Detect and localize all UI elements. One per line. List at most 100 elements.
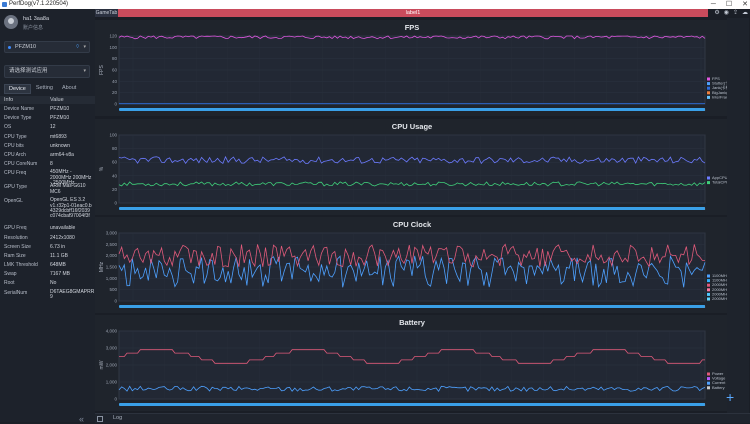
chevron-down-icon: ▾ [83, 44, 86, 50]
time-range-slider[interactable] [119, 207, 705, 210]
y-tick-label: 40 [112, 173, 118, 178]
title-bar: PerfDog(v7.1.220504) ─ ☐ ✕ [0, 0, 750, 9]
info-row: CPU Arch arm64-v8a [0, 151, 95, 160]
info-row: Root No [0, 279, 95, 288]
chevron-down-icon: ▾ [83, 68, 86, 74]
device-name: PFZM10 [15, 44, 37, 50]
legend-swatch [707, 279, 710, 283]
info-row: GPU Type ARM Mali-G610 MC6 [0, 183, 95, 197]
info-value: No [50, 280, 57, 287]
minimize-icon[interactable]: ─ [711, 0, 716, 9]
cloud-icon[interactable]: ☁ [742, 9, 748, 17]
account-info-link[interactable]: 账户信息 [23, 24, 43, 31]
y-tick-label: 80 [112, 146, 118, 151]
tab-gametab[interactable]: GameTab [95, 9, 118, 17]
chart-title: FPS [405, 23, 420, 32]
info-key: CPU Type [4, 133, 27, 140]
info-row: GPU Freq unavailable [0, 224, 95, 233]
info-value: 11.1 GB [50, 252, 68, 259]
time-range-slider[interactable] [119, 305, 705, 308]
legend-label: InterFrame [712, 94, 727, 99]
info-value: unknown [50, 142, 71, 149]
time-range-slider[interactable] [119, 403, 705, 406]
y-tick-label: 500 [109, 287, 117, 292]
info-row: SerialNum D6TAEG8GMAPRR 9 [0, 289, 95, 303]
info-key: LMK Threshold [4, 262, 38, 269]
device-status-icon [8, 46, 11, 49]
avatar[interactable] [4, 15, 18, 29]
y-tick-label: 100 [109, 133, 117, 138]
info-row: CPU CoreNum 8 [0, 160, 95, 169]
info-value: D6TAEG8GMAPRR 9 [50, 288, 95, 300]
y-tick-label: 1,000 [106, 276, 118, 281]
app-selector[interactable]: 请选择测试应用 ▾ [4, 65, 90, 78]
legend-label: 2000MHz [712, 296, 727, 301]
legend-swatch [707, 292, 710, 296]
chart-title: Battery [399, 318, 426, 327]
add-chart-icon[interactable]: + [726, 389, 734, 405]
time-range-slider[interactable] [119, 108, 705, 111]
legend-swatch [707, 86, 710, 90]
user-panel: ha1 3aa8a 账户信息 [4, 14, 92, 36]
info-key: Root [4, 280, 15, 287]
info-value: PFZM10 [50, 115, 70, 122]
info-row: Swap 7167 MB [0, 270, 95, 279]
sidebar-tabs: Device Setting About [4, 84, 80, 94]
info-value: unavailable [50, 225, 76, 232]
y-tick-label: 100 [109, 45, 117, 50]
info-row: CPU Type mt6893 [0, 133, 95, 142]
info-row: OpenGL OpenGL ES 3.2 v1.r32p1-01eac0.b 43… [0, 197, 95, 224]
tab-setting[interactable]: Setting [32, 84, 57, 94]
y-tick-label: 1,500 [106, 265, 118, 270]
info-key: CPU bits [4, 142, 24, 149]
chart-battery: BatterymW01,0002,0003,0004,0000:160:360:… [95, 315, 727, 411]
info-row: Device Type PFZM10 [0, 114, 95, 123]
info-row: Resolution 2412x1080 [0, 234, 95, 243]
chart-title: CPU Clock [393, 220, 432, 229]
legend-swatch [707, 372, 710, 376]
log-checkbox[interactable] [97, 416, 103, 422]
info-value: 7167 MB [50, 271, 71, 278]
y-tick-label: 1,000 [106, 380, 118, 385]
y-tick-label: 3,000 [106, 231, 118, 236]
y-tick-label: 2,000 [106, 253, 118, 258]
info-key: OpenGL [4, 198, 23, 205]
app-selector-placeholder: 请选择测试应用 [9, 68, 48, 74]
y-tick-label: 4,000 [106, 329, 118, 334]
legend-swatch [707, 95, 710, 99]
app-title: PerfDog(v7.1.220504) [9, 1, 69, 7]
y-tick-label: 60 [112, 68, 118, 73]
device-selector[interactable]: PFZM10 ⌔ ▾ [4, 41, 90, 53]
info-value: ARM Mali-G610 MC6 [50, 183, 86, 195]
close-icon[interactable]: ✕ [742, 0, 748, 9]
legend-swatch [707, 274, 710, 278]
info-key: SerialNum [4, 289, 28, 296]
info-key: Device Type [4, 115, 32, 122]
tab-device[interactable]: Device [4, 84, 31, 94]
settings-icon[interactable]: ⚙ [714, 9, 719, 17]
info-value: arm64-v8a [50, 151, 74, 158]
label1-tab[interactable]: label1 [118, 9, 708, 17]
location-icon[interactable]: ◉ [724, 9, 729, 17]
info-value: 12 [50, 124, 56, 131]
y-tick-label: 20 [112, 187, 118, 192]
legend-swatch [707, 82, 710, 86]
info-value: 648MB [50, 262, 66, 269]
info-key: Device Name [4, 106, 35, 112]
y-tick-label: 120 [109, 34, 117, 39]
info-row: Screen Size 6.73 in [0, 243, 95, 252]
info-row: CPU Freq 450MHz - 2000MHz 200MHz - 2500MH… [0, 169, 95, 186]
maximize-icon[interactable]: ☐ [726, 0, 732, 9]
main-area: GameTab label1 ⚙ ◉ ⇪ ☁ FPS FPS 0 20 40 60 80 10… [95, 9, 750, 423]
tab-about[interactable]: About [58, 84, 80, 94]
y-tick-label: 40 [112, 79, 118, 84]
info-key: GPU Type [4, 184, 27, 191]
export-icon[interactable]: ⇪ [733, 9, 738, 17]
collapse-sidebar-icon[interactable]: « [79, 414, 84, 424]
y-tick-label: 80 [112, 56, 118, 61]
legend-label: TotalCPU [712, 180, 727, 185]
info-key: CPU CoreNum [4, 161, 38, 168]
legend-swatch [707, 297, 710, 301]
wifi-icon: ⌔ [75, 44, 80, 50]
info-value: OpenGL ES 3.2 v1.r32p1-01eac0.b 4329dcbf… [50, 197, 92, 220]
